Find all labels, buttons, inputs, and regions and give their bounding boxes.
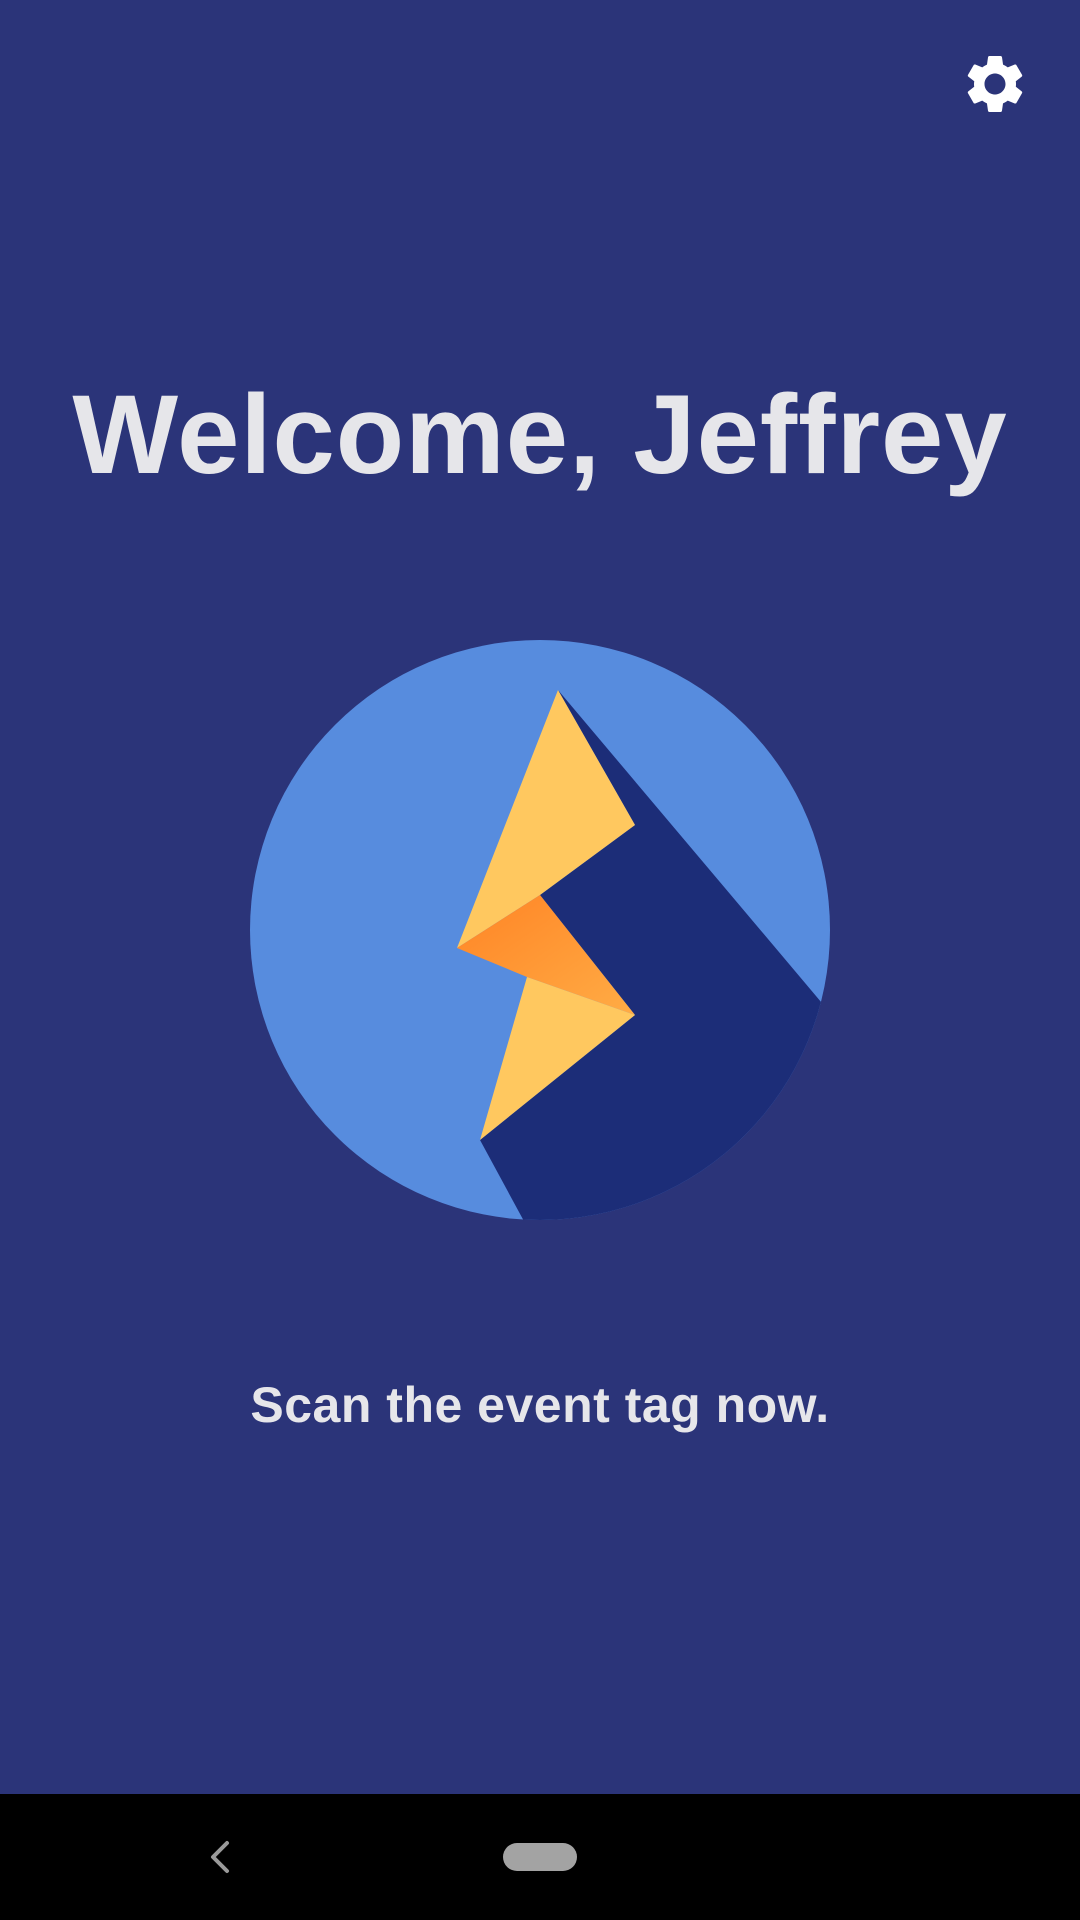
home-button[interactable]	[503, 1843, 577, 1871]
scan-instruction: Scan the event tag now.	[250, 1377, 830, 1433]
page-title: Welcome, Jeffrey	[72, 372, 1008, 497]
navigation-bar	[0, 1794, 1080, 1920]
welcome-screen: Welcome, Jeffrey Scan the event tag now.	[0, 0, 1080, 1920]
back-button[interactable]	[190, 1827, 250, 1887]
gear-icon	[967, 56, 1023, 112]
settings-button[interactable]	[955, 44, 1035, 124]
chevron-left-icon	[211, 1841, 229, 1873]
lightning-bolt-logo	[250, 640, 830, 1220]
